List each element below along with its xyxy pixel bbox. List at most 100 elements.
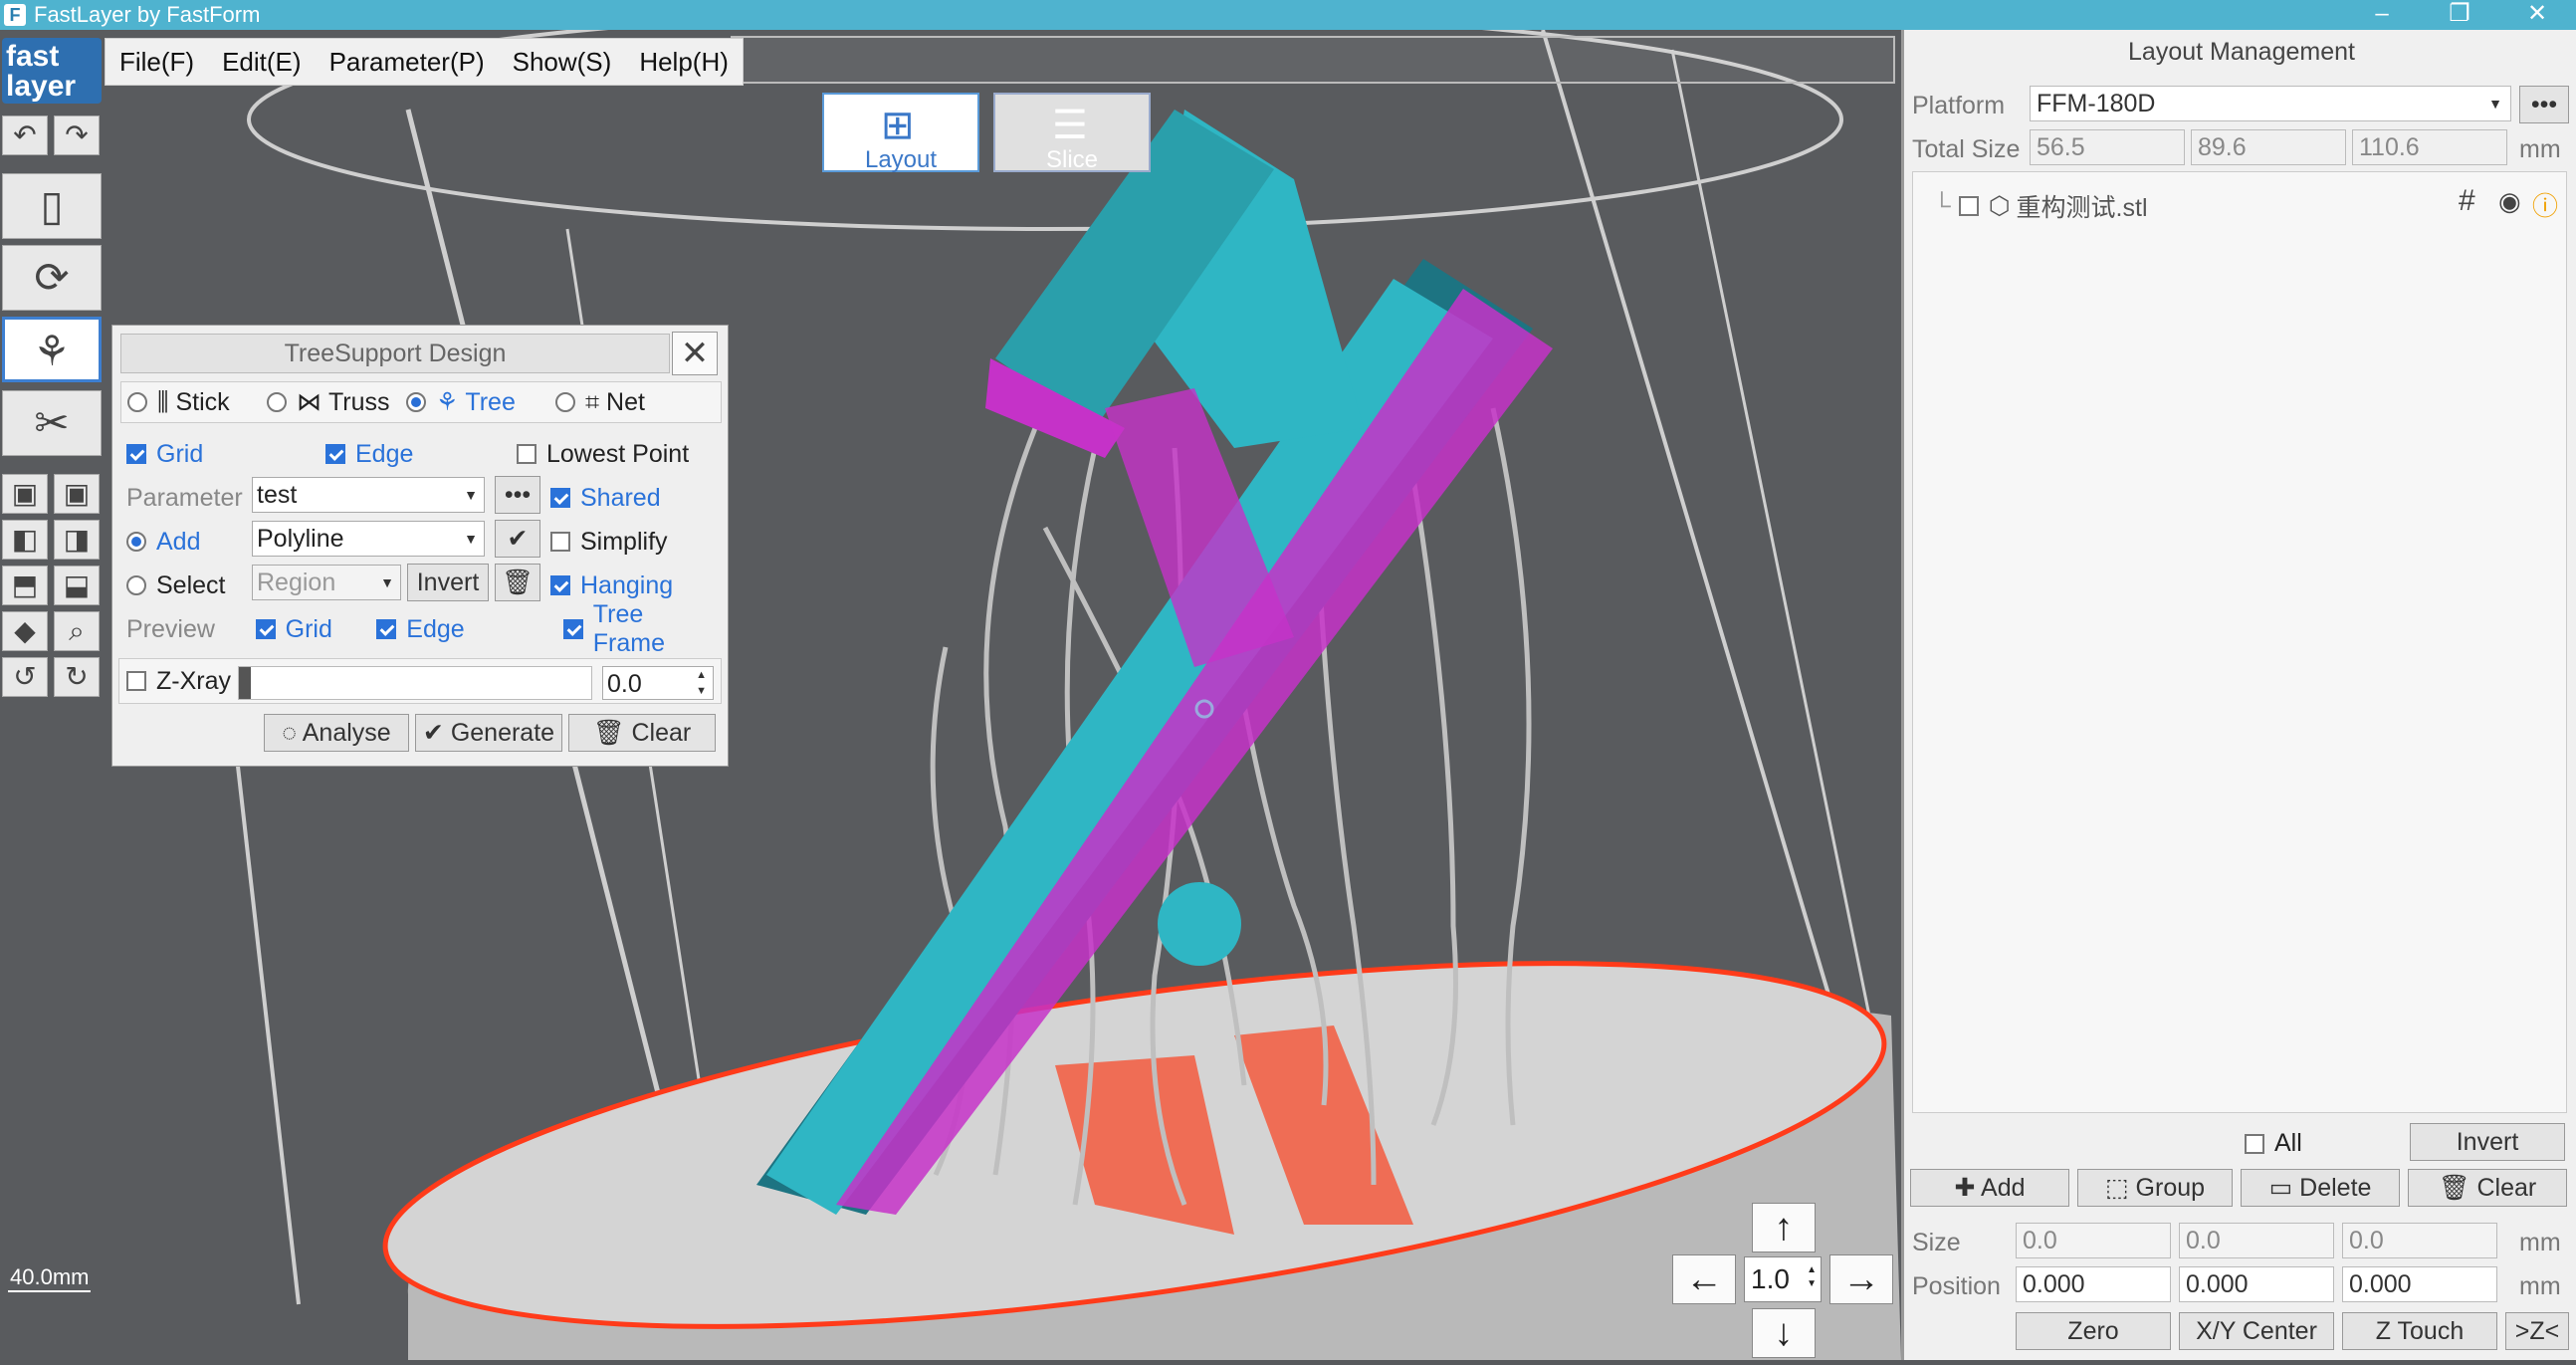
grid-checkbox[interactable]: Grid bbox=[126, 440, 325, 469]
move-left-button[interactable]: ← bbox=[1672, 1254, 1736, 1304]
zxray-slider[interactable] bbox=[238, 666, 592, 700]
menu-bar: File(F) Edit(E) Parameter(P) Show(S) Hel… bbox=[105, 38, 744, 86]
tree-frame-checkbox[interactable]: Tree Frame bbox=[562, 600, 722, 658]
zxray-slider-handle[interactable] bbox=[239, 667, 251, 699]
move-down-button[interactable]: ↓ bbox=[1752, 1308, 1816, 1358]
position-z-field[interactable]: 0.000 bbox=[2342, 1266, 2497, 1302]
open-file-button[interactable]: ▯ bbox=[2, 173, 102, 239]
size-y-field[interactable]: 0.0 bbox=[2179, 1223, 2334, 1258]
add-model-button[interactable]: ✚ Add bbox=[1910, 1169, 2069, 1207]
z-touch-button[interactable]: Z Touch bbox=[2342, 1312, 2497, 1350]
type-truss[interactable]: ⋈ Truss bbox=[267, 387, 406, 417]
parameter-label: Parameter bbox=[126, 483, 243, 512]
eye-icon[interactable]: ◉ bbox=[2498, 186, 2521, 217]
view-top-icon[interactable]: ⬒ bbox=[2, 566, 48, 605]
minimize-button[interactable]: – bbox=[2343, 0, 2421, 30]
lowest-point-checkbox[interactable]: Lowest Point bbox=[517, 440, 689, 469]
platform-label: Platform bbox=[1912, 92, 2006, 119]
view-back-icon[interactable]: ▣ bbox=[54, 474, 100, 514]
menu-parameter[interactable]: Parameter(P) bbox=[316, 47, 499, 78]
step-input[interactable]: 1.0 ▲ ▼ bbox=[1744, 1256, 1822, 1302]
position-label: Position bbox=[1912, 1272, 2001, 1300]
preview-grid-checkbox[interactable]: Grid bbox=[255, 615, 377, 644]
group-button[interactable]: ⬚ Group bbox=[2077, 1169, 2233, 1207]
select-all-checkbox[interactable]: All bbox=[2245, 1129, 2302, 1158]
invert-button[interactable]: Invert bbox=[2410, 1123, 2565, 1161]
type-net[interactable]: ⌗ Net bbox=[555, 388, 695, 417]
panel-close-button[interactable]: ✕ bbox=[672, 332, 718, 375]
size-z-field[interactable]: 0.0 bbox=[2342, 1223, 2497, 1258]
model-tree[interactable]: └ ⬡ 重构测试.stl # ◉ ⓘ bbox=[1912, 171, 2567, 1113]
parameter-select[interactable]: test ▼ bbox=[252, 477, 485, 513]
move-right-button[interactable]: → bbox=[1829, 1254, 1893, 1304]
type-stick[interactable]: ⫼ Stick bbox=[127, 388, 267, 417]
clear-all-button[interactable]: 🗑 Clear bbox=[2408, 1169, 2567, 1207]
clear-supports-button[interactable]: 🗑 Clear bbox=[568, 714, 716, 752]
spinner-arrows-icon: ▲ ▼ bbox=[1807, 1264, 1817, 1289]
layout-mode-button[interactable]: ⊞ Layout bbox=[822, 93, 979, 173]
redo-button[interactable]: ↷ bbox=[54, 115, 100, 155]
menu-file[interactable]: File(F) bbox=[106, 47, 208, 78]
move-up-button[interactable]: ↑ bbox=[1752, 1203, 1816, 1252]
confirm-check-button[interactable]: ✔ bbox=[495, 520, 540, 558]
generate-button[interactable]: ✔ Generate bbox=[415, 714, 562, 752]
model-checkbox[interactable] bbox=[1958, 196, 1979, 216]
command-bar[interactable] bbox=[731, 36, 1895, 84]
slice-mode-button[interactable]: ☰ Slice bbox=[993, 93, 1151, 173]
menu-edit[interactable]: Edit(E) bbox=[208, 47, 315, 78]
hanging-checkbox[interactable]: Hanging bbox=[550, 571, 673, 600]
zxray-checkbox[interactable]: Z-Xray bbox=[126, 667, 231, 696]
parameter-more-button[interactable]: ••• bbox=[495, 476, 540, 514]
zoom-icon[interactable]: ⌕ bbox=[54, 611, 100, 651]
position-y-field[interactable]: 0.000 bbox=[2179, 1266, 2334, 1302]
warning-icon[interactable]: ⓘ bbox=[2532, 186, 2558, 223]
preview-edge-checkbox[interactable]: Edge bbox=[376, 615, 562, 644]
chevron-down-icon: ▼ bbox=[464, 487, 478, 503]
rotate-tool-button[interactable]: ⟳ bbox=[2, 245, 102, 311]
total-size-y: 89.6 bbox=[2191, 129, 2346, 165]
grid-hash-icon[interactable]: # bbox=[2459, 184, 2475, 218]
platform-select[interactable]: FFM-180D ▼ bbox=[2030, 86, 2511, 121]
select-mode-select[interactable]: Region ▼ bbox=[252, 565, 401, 600]
add-mode-select[interactable]: Polyline ▼ bbox=[252, 521, 485, 557]
close-button[interactable]: ✕ bbox=[2498, 0, 2576, 30]
tree-support-tool-button[interactable]: ⚘ bbox=[2, 317, 102, 382]
chevron-down-icon: ▼ bbox=[2488, 96, 2502, 112]
size-x-field[interactable]: 0.0 bbox=[2016, 1223, 2171, 1258]
panel-title: TreeSupport Design bbox=[120, 334, 670, 373]
edge-checkbox[interactable]: Edge bbox=[325, 440, 517, 469]
add-radio[interactable]: Add bbox=[126, 528, 200, 557]
slice-icon: ☰ bbox=[1052, 104, 1088, 147]
menu-help[interactable]: Help(H) bbox=[625, 47, 743, 78]
simplify-checkbox[interactable]: Simplify bbox=[550, 528, 668, 557]
repair-tool-button[interactable]: ✂ bbox=[2, 390, 102, 456]
delete-selection-button[interactable]: 🗑 bbox=[495, 564, 540, 601]
xy-center-button[interactable]: X/Y Center bbox=[2179, 1312, 2334, 1350]
platform-more-button[interactable]: ••• bbox=[2519, 86, 2569, 123]
view-front-icon[interactable]: ▣ bbox=[2, 474, 48, 514]
app-icon: F bbox=[4, 4, 26, 26]
tree-item-model[interactable]: └ ⬡ 重构测试.stl bbox=[1933, 188, 2148, 224]
z-options-button[interactable]: >Z< bbox=[2505, 1312, 2569, 1350]
cube-icon: ⬡ bbox=[1988, 192, 2011, 220]
position-x-field[interactable]: 0.000 bbox=[2016, 1266, 2171, 1302]
view-left-icon[interactable]: ◧ bbox=[2, 520, 48, 560]
rotate-right-90-icon[interactable]: ↻ bbox=[54, 657, 100, 697]
rotate-left-90-icon[interactable]: ↺ bbox=[2, 657, 48, 697]
select-radio[interactable]: Select bbox=[126, 571, 225, 600]
plus-icon: ✚ bbox=[1954, 1174, 1976, 1202]
restore-button[interactable]: ❐ bbox=[2421, 0, 2498, 30]
view-right-icon[interactable]: ◨ bbox=[54, 520, 100, 560]
menu-show[interactable]: Show(S) bbox=[499, 47, 626, 78]
total-size-x: 56.5 bbox=[2030, 129, 2185, 165]
invert-selection-button[interactable]: Invert bbox=[407, 564, 489, 601]
analyse-button[interactable]: ◌ Analyse bbox=[264, 714, 409, 752]
shared-checkbox[interactable]: Shared bbox=[550, 484, 661, 513]
delete-button[interactable]: ▭ Delete bbox=[2241, 1169, 2400, 1207]
zero-button[interactable]: Zero bbox=[2016, 1312, 2171, 1350]
view-iso-icon[interactable]: ◆ bbox=[2, 611, 48, 651]
undo-button[interactable]: ↶ bbox=[2, 115, 48, 155]
type-tree[interactable]: ⚘ Tree bbox=[406, 387, 555, 417]
zxray-value-spinner[interactable]: 0.0 ▲ ▼ bbox=[602, 666, 714, 700]
view-bottom-icon[interactable]: ⬓ bbox=[54, 566, 100, 605]
